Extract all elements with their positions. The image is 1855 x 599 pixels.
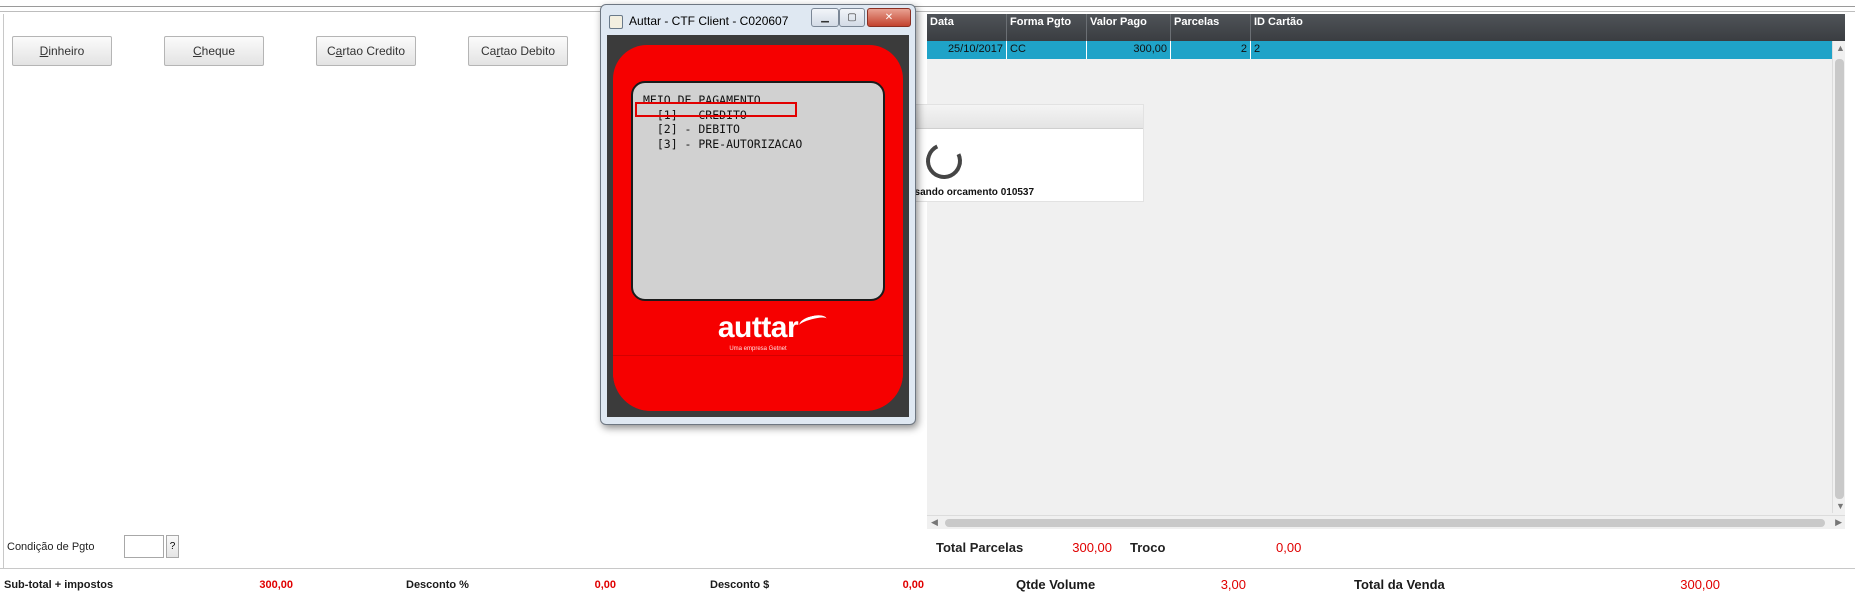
qtde-volume-value: 3,00 (1220, 577, 1246, 592)
cell-forma-pgto: CC (1007, 41, 1087, 59)
col-forma-pgto-header[interactable]: Forma Pgto (1007, 14, 1087, 41)
total-venda-value: 300,00 (1680, 577, 1720, 592)
payments-grid: Data Forma Pgto Valor Pago Parcelas ID C… (927, 14, 1845, 529)
pdv-payment-screen: { "payment_buttons": [ {"label": "Dinhei… (0, 0, 1855, 599)
dinheiro-button[interactable]: Dinheiro (12, 36, 112, 66)
cell-data: 25/10/2017 (927, 41, 1007, 59)
scroll-left-icon[interactable]: ◀ (931, 517, 938, 528)
col-valor-pago-header[interactable]: Valor Pago (1087, 14, 1171, 41)
cell-id-cartao: 2 (1254, 43, 1261, 55)
qtde-volume-label: Qtde Volume (1016, 577, 1096, 592)
loading-status-text: ssando orcamento 010537 (909, 187, 1035, 198)
scroll-up-icon[interactable]: ▲ (1836, 43, 1845, 53)
logo-subtitle: Uma empresa Getnet (729, 346, 787, 352)
loading-panel: ssando orcamento 010537 (908, 104, 1144, 202)
horizontal-scroll-thumb[interactable] (945, 519, 1825, 527)
cell-valor-pago: 300,00 (1087, 41, 1171, 59)
total-parcelas-value: 300,00 (1072, 540, 1112, 555)
desconto-valor-label: Desconto $ (710, 579, 770, 591)
subtotal-label: Sub-total + impostos (4, 579, 114, 591)
selected-option-highlight (635, 102, 797, 117)
scroll-down-icon[interactable]: ▼ (1836, 501, 1845, 511)
top-toolbar-strip (0, 0, 1855, 12)
dialog-content: MEIO DE PAGAMENTO [1] - CREDITO [2] - DE… (607, 35, 909, 417)
auttar-logo: auttar (717, 311, 799, 344)
table-row[interactable]: 25/10/2017 CC 300,00 2 2 (927, 41, 1835, 59)
desconto-pct-label: Desconto % (406, 579, 469, 591)
troco-label: Troco (1130, 540, 1166, 555)
minimize-button[interactable]: ▁ (811, 8, 839, 27)
col-data-header[interactable]: Data (927, 14, 1007, 41)
close-button[interactable]: ✕ (867, 8, 911, 27)
pinpad-screen: MEIO DE PAGAMENTO [1] - CREDITO [2] - DE… (631, 81, 885, 301)
scroll-right-icon[interactable]: ▶ (1835, 517, 1842, 528)
condicao-pgto-input[interactable] (124, 535, 164, 558)
pinpad-keypad-area (613, 355, 903, 411)
auttar-ctf-client-dialog: Auttar - CTF Client - C020607 ▁ ▢ ✕ MEIO… (600, 4, 916, 425)
total-venda-label: Total da Venda (1354, 577, 1445, 592)
dialog-title: Auttar - CTF Client - C020607 (629, 14, 789, 28)
col-id-cartao-header[interactable]: ID Cartão (1251, 14, 1835, 41)
total-parcelas-label: Total Parcelas (936, 540, 1024, 555)
cartao-debito-button[interactable]: Cartao Debito (468, 36, 568, 66)
cartao-credito-button[interactable]: Cartao Credito (316, 36, 416, 66)
desconto-pct-value: 0,00 (594, 579, 616, 591)
java-app-icon (609, 15, 623, 29)
subtotal-value: 300,00 (259, 579, 293, 591)
loading-spinner-icon (920, 137, 968, 185)
vertical-scroll-thumb[interactable] (1835, 59, 1844, 499)
grid-vertical-scrollbar[interactable]: ▲ ▼ (1832, 41, 1845, 513)
condicao-pgto-help-button[interactable]: ? (166, 535, 179, 558)
cell-parcelas: 2 (1171, 41, 1251, 59)
desconto-valor-value: 0,00 (902, 579, 924, 591)
troco-value: 0,00 (1276, 540, 1302, 555)
cheque-button[interactable]: Cheque (164, 36, 264, 66)
col-parcelas-header[interactable]: Parcelas (1171, 14, 1251, 41)
grid-horizontal-scrollbar[interactable]: ◀ ▶ (927, 515, 1845, 529)
maximize-button[interactable]: ▢ (839, 8, 865, 27)
pinpad-device: MEIO DE PAGAMENTO [1] - CREDITO [2] - DE… (613, 45, 903, 411)
footer-divider (0, 568, 1855, 569)
grid-header: Data Forma Pgto Valor Pago Parcelas ID C… (927, 14, 1845, 41)
loading-panel-header (909, 105, 1143, 129)
condicao-pgto-label: Condição de Pgto (7, 541, 95, 553)
